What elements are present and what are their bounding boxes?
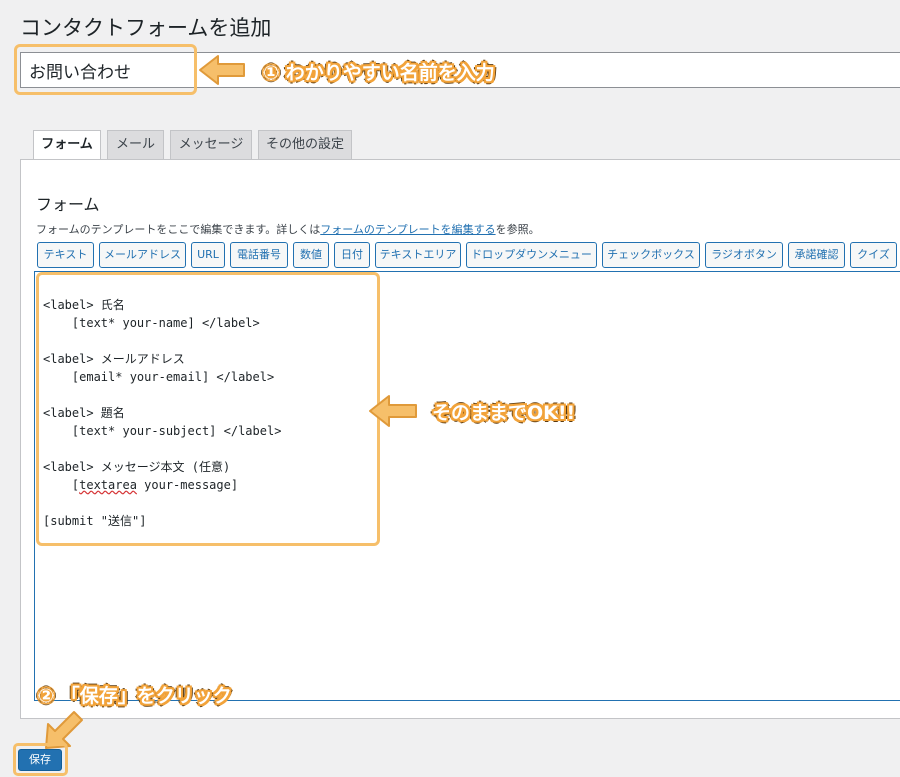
tag-button-number[interactable]: 数値 [293,242,329,268]
page-title: コンタクトフォームを追加 [20,16,272,40]
tag-button-text[interactable]: テキスト [37,242,94,268]
arrow-left-icon [369,395,417,427]
tag-button-email[interactable]: メールアドレス [99,242,186,268]
tag-button-quiz[interactable]: クイズ [850,242,897,268]
tag-button-url[interactable]: URL [191,242,225,268]
panel-description: フォームのテンプレートをここで編集できます。詳しくはフォームのテンプレートを編集… [36,221,540,237]
tab-form[interactable]: フォーム [33,130,101,161]
tab-message[interactable]: メッセージ [170,130,252,159]
tag-button-date[interactable]: 日付 [334,242,370,268]
title-input-highlight [14,44,197,95]
tab-other-settings[interactable]: その他の設定 [258,130,352,159]
save-button-highlight [13,743,68,776]
panel-heading: フォーム [36,195,100,214]
desc-prefix: フォームのテンプレートをここで編集できます。詳しくは [36,223,321,236]
tag-button-acceptance[interactable]: 承諾確認 [788,242,845,268]
annotation-keep-as-is: そのままでOK!! [432,402,576,424]
tag-button-tel[interactable]: 電話番号 [230,242,288,268]
code-highlight [36,272,380,546]
tag-button-radio[interactable]: ラジオボタン [705,242,783,268]
annotation-step1: ① わかりやすい名前を入力 [263,62,495,84]
tab-mail[interactable]: メール [107,130,164,159]
tag-button-textarea[interactable]: テキストエリア [375,242,461,268]
desc-suffix: を参照。 [495,223,540,236]
tag-button-checkbox[interactable]: チェックボックス [602,242,700,268]
tag-button-select[interactable]: ドロップダウンメニュー [466,242,597,268]
template-help-link[interactable]: フォームのテンプレートを編集する [320,223,495,236]
arrow-left-icon [199,55,245,85]
annotation-step2: ② 「保存」をクリック [38,685,232,707]
